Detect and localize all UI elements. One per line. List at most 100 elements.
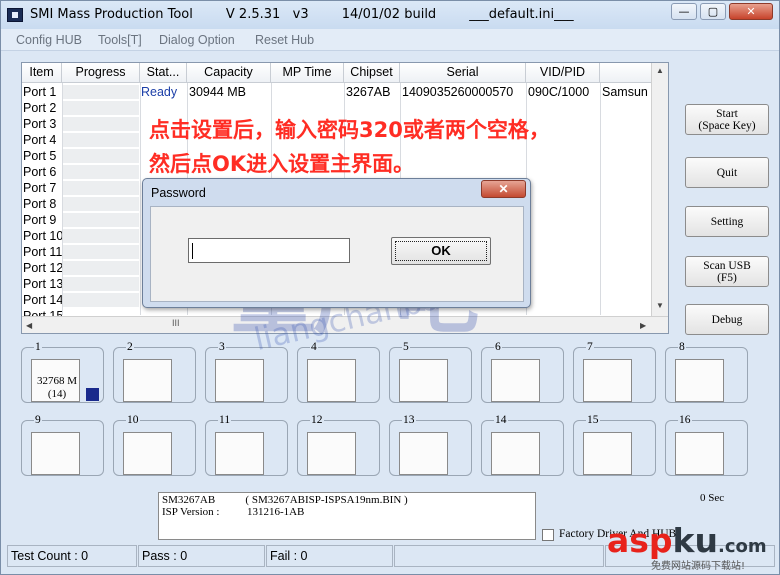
menu-tools[interactable]: Tools[T] <box>98 33 142 47</box>
slot-box[interactable] <box>583 359 632 402</box>
test-count: Test Count : 0 <box>7 545 137 567</box>
table-row[interactable]: Port 2 <box>22 101 62 117</box>
setting-button[interactable]: Setting <box>685 206 769 237</box>
slot-box[interactable] <box>583 432 632 475</box>
scroll-left-icon[interactable]: ◀ <box>26 321 32 330</box>
menu-reset-hub[interactable]: Reset Hub <box>255 33 314 47</box>
slot-box[interactable] <box>399 432 448 475</box>
table-row[interactable]: Port 7 <box>22 181 62 197</box>
table-row[interactable]: Port 12 <box>22 261 62 277</box>
slot-15[interactable]: 15 <box>573 414 656 476</box>
table-row[interactable]: Port 4 <box>22 133 62 149</box>
slot-status-indicator <box>86 388 99 401</box>
slot-box[interactable] <box>31 432 80 475</box>
slot-box[interactable] <box>307 359 356 402</box>
slot-box[interactable] <box>491 359 540 402</box>
minimize-button[interactable]: — <box>671 3 697 20</box>
factory-driver-checkbox[interactable] <box>542 529 554 541</box>
slot-box[interactable] <box>123 432 172 475</box>
progress-cell <box>63 261 139 276</box>
menu-config-hub[interactable]: Config HUB <box>16 33 82 47</box>
scroll-up-icon[interactable]: ▲ <box>656 66 664 75</box>
scroll-down-icon[interactable]: ▼ <box>656 301 664 310</box>
maximize-button[interactable]: ▢ <box>700 3 726 20</box>
elapsed-time: 0 Sec <box>700 492 725 504</box>
progress-cell <box>63 229 139 244</box>
slot-box[interactable]: 32768 M (14) <box>31 359 80 402</box>
slot-1[interactable]: 1 32768 M (14) <box>21 341 104 403</box>
table-row[interactable]: Port 15 <box>22 309 62 316</box>
slot-box[interactable] <box>123 359 172 402</box>
col-header-capacity[interactable]: Capacity <box>187 63 271 83</box>
slot-14[interactable]: 14 <box>481 414 564 476</box>
logo-com: .com <box>718 536 767 557</box>
vertical-scrollbar[interactable]: ▲ ▼ <box>651 63 668 316</box>
progress-cell <box>63 181 139 196</box>
slot-number: 3 <box>218 341 226 353</box>
table-row[interactable]: Port 6 <box>22 165 62 181</box>
slot-8[interactable]: 8 <box>665 341 748 403</box>
slot-count: (14) <box>47 388 67 400</box>
table-row[interactable]: Port 1 <box>22 85 62 101</box>
col-header-vendor[interactable] <box>600 63 652 83</box>
debug-button[interactable]: Debug <box>685 304 769 335</box>
table-row[interactable]: Port 13 <box>22 277 62 293</box>
col-header-item[interactable]: Item <box>22 63 62 83</box>
start-button[interactable]: Start (Space Key) <box>685 104 769 135</box>
slot-box[interactable] <box>307 432 356 475</box>
slot-10[interactable]: 10 <box>113 414 196 476</box>
slot-16[interactable]: 16 <box>665 414 748 476</box>
slot-4[interactable]: 4 <box>297 341 380 403</box>
dialog-close-button[interactable]: ✕ <box>481 180 526 198</box>
slot-box[interactable] <box>215 432 264 475</box>
close-button[interactable]: ✕ <box>729 3 773 20</box>
col-header-chipset[interactable]: Chipset <box>344 63 400 83</box>
password-input[interactable] <box>188 238 350 263</box>
slot-number: 9 <box>34 414 42 426</box>
slot-box[interactable] <box>491 432 540 475</box>
table-row[interactable]: Port 10 <box>22 229 62 245</box>
slot-9[interactable]: 9 <box>21 414 104 476</box>
slot-3[interactable]: 3 <box>205 341 288 403</box>
slot-capacity: 32768 M (14) <box>33 375 81 401</box>
slot-6[interactable]: 6 <box>481 341 564 403</box>
slot-box[interactable] <box>675 432 724 475</box>
slot-13[interactable]: 13 <box>389 414 472 476</box>
status-panel <box>394 545 604 567</box>
slot-7[interactable]: 7 <box>573 341 656 403</box>
menu-dialog-option[interactable]: Dialog Option <box>159 33 235 47</box>
ok-button[interactable]: OK <box>391 237 491 265</box>
progress-cell <box>63 165 139 180</box>
slot-number: 11 <box>218 414 232 426</box>
col-header-vid-pid[interactable]: VID/PID <box>526 63 600 83</box>
table-row[interactable]: Port 5 <box>22 149 62 165</box>
table-row[interactable]: Port 3 <box>22 117 62 133</box>
scroll-right-icon[interactable]: ▶ <box>640 321 646 330</box>
col-header-progress[interactable]: Progress <box>62 63 140 83</box>
slot-box[interactable] <box>399 359 448 402</box>
slot-box[interactable] <box>215 359 264 402</box>
col-header-serial[interactable]: Serial <box>400 63 526 83</box>
progress-cell <box>63 245 139 260</box>
slot-box[interactable] <box>675 359 724 402</box>
slot-11[interactable]: 11 <box>205 414 288 476</box>
table-row[interactable]: Port 9 <box>22 213 62 229</box>
text-caret <box>192 243 193 259</box>
slot-12[interactable]: 12 <box>297 414 380 476</box>
table-row[interactable]: Port 11 <box>22 245 62 261</box>
scroll-thumb-grip[interactable]: III <box>172 318 180 328</box>
slot-number: 7 <box>586 341 594 353</box>
col-header-mp-time[interactable]: MP Time <box>271 63 344 83</box>
title-bar: SMI Mass Production Tool V 2.5.31 v3 14/… <box>1 1 779 29</box>
quit-button[interactable]: Quit <box>685 157 769 188</box>
col-header-status[interactable]: Stat... <box>140 63 187 83</box>
slot-5[interactable]: 5 <box>389 341 472 403</box>
slot-number: 13 <box>402 414 416 426</box>
table-row[interactable]: Port 8 <box>22 197 62 213</box>
slot-2[interactable]: 2 <box>113 341 196 403</box>
progress-cell <box>63 117 139 132</box>
focus-rectangle <box>395 241 487 261</box>
table-row[interactable]: Port 14 <box>22 293 62 309</box>
scan-usb-button[interactable]: Scan USB (F5) <box>685 256 769 287</box>
slot-number: 16 <box>678 414 692 426</box>
